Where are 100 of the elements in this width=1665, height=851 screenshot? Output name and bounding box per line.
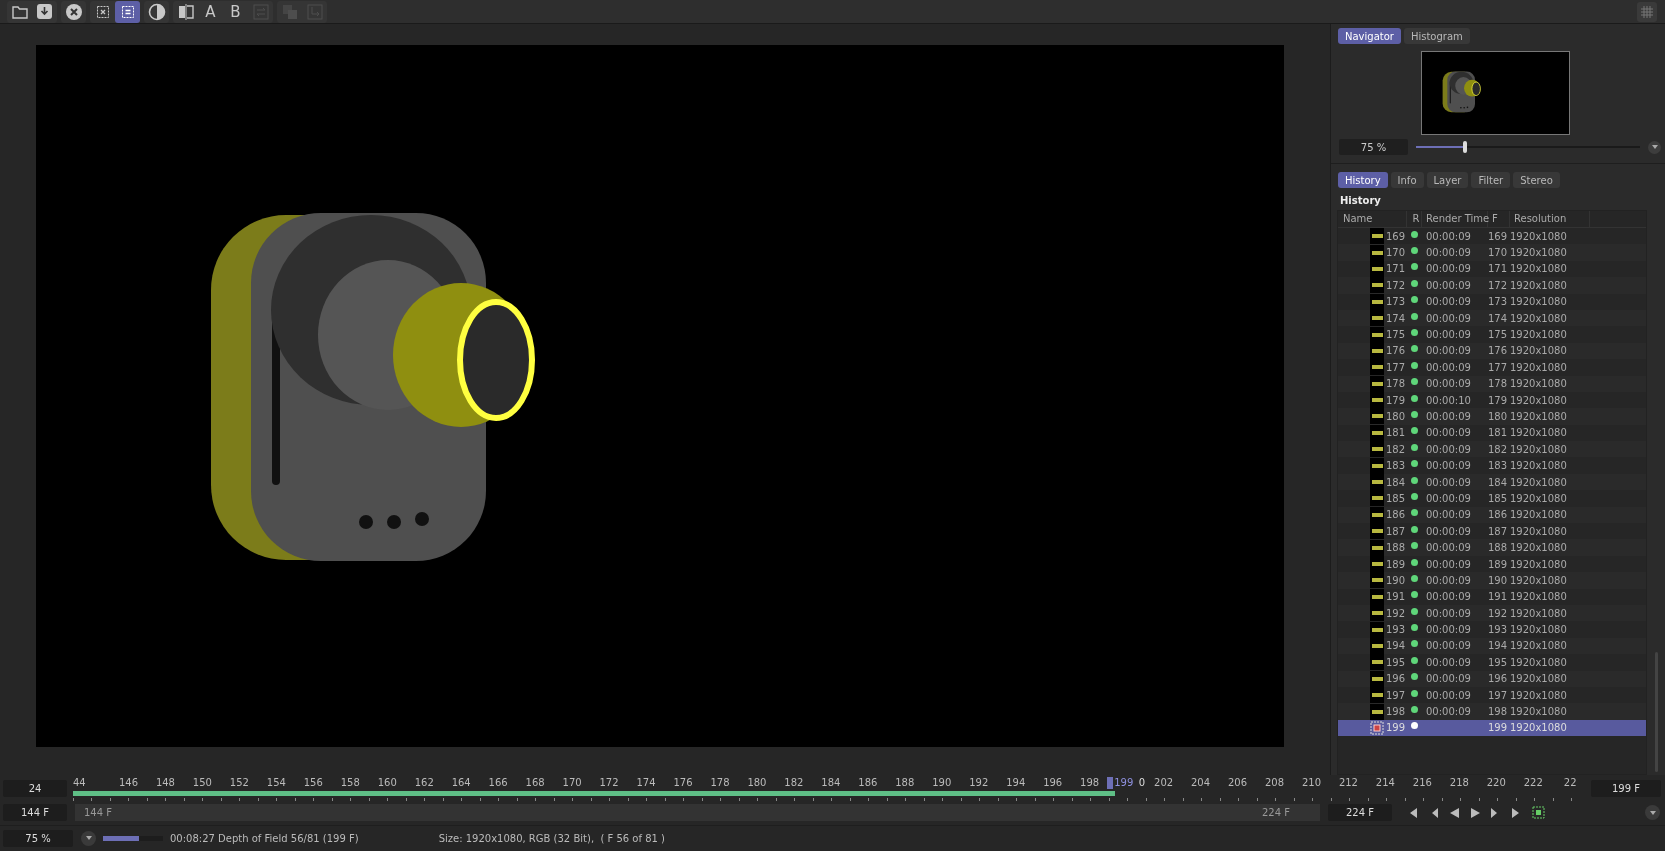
thumbnail-icon bbox=[1370, 326, 1384, 343]
history-name: 197 bbox=[1386, 689, 1406, 701]
history-name: 178 bbox=[1386, 378, 1406, 390]
history-name: 171 bbox=[1386, 263, 1406, 275]
history-row[interactable]: 186 00:00:09 186 1920x1080 bbox=[1338, 506, 1646, 524]
history-row[interactable]: 169 00:00:09 169 1920x1080 bbox=[1338, 228, 1646, 245]
render-status: 00:08:27 Depth of Field 56/81 (199 F) bbox=[170, 832, 359, 844]
history-row[interactable]: 180 00:00:09 180 1920x1080 bbox=[1338, 408, 1646, 425]
thumbnail-icon bbox=[1370, 523, 1384, 540]
frame-range-bar[interactable]: 144 F 224 F bbox=[75, 804, 1320, 822]
resolution: 1920x1080 bbox=[1510, 279, 1567, 291]
panel-tab[interactable]: History bbox=[1338, 172, 1388, 188]
dropdown-button[interactable] bbox=[1645, 805, 1660, 821]
history-row[interactable]: 177 00:00:09 177 1920x1080 bbox=[1338, 359, 1646, 376]
frame-tick-label: 188 bbox=[895, 777, 915, 788]
history-row[interactable]: 176 00:00:09 176 1920x1080 bbox=[1338, 342, 1646, 360]
history-name: 187 bbox=[1386, 525, 1406, 537]
history-row[interactable]: 179 00:00:10 179 1920x1080 bbox=[1338, 391, 1646, 409]
timeline-ruler[interactable]: 44 146 148 150 152 154 156 158 160 162 164 166 168 170 172 174 176 178 180 182 184 186 188 190 192 194 196 198 199 0 202 204 206 208 210 212 214 216 218 220 222 22 bbox=[73, 775, 1589, 801]
resolution: 1920x1080 bbox=[1510, 247, 1567, 259]
history-row[interactable]: 198 00:00:09 198 1920x1080 bbox=[1338, 703, 1646, 720]
frame-tick-label: 146 bbox=[118, 777, 138, 788]
grid-button[interactable] bbox=[1637, 1, 1657, 22]
resolution: 1920x1080 bbox=[1510, 394, 1567, 406]
panel-tab[interactable]: Navigator bbox=[1338, 28, 1401, 44]
resolution: 1920x1080 bbox=[1510, 296, 1567, 308]
history-row[interactable]: 197 00:00:09 197 1920x1080 bbox=[1338, 686, 1646, 704]
history-row[interactable]: 195 00:00:09 195 1920x1080 bbox=[1338, 654, 1646, 671]
history-row[interactable]: 175 00:00:09 175 1920x1080 bbox=[1338, 326, 1646, 343]
frame-tick-label: 214 bbox=[1375, 777, 1395, 788]
zoom-field[interactable]: 75 % bbox=[3, 829, 73, 847]
close-icon bbox=[65, 3, 82, 20]
frame-tick-label: 206 bbox=[1227, 777, 1248, 788]
frame-tick-label: 190 bbox=[932, 777, 952, 788]
dropdown-button[interactable] bbox=[1648, 140, 1661, 154]
navigator-thumbnail[interactable] bbox=[1421, 51, 1570, 135]
caret-icon bbox=[85, 836, 92, 841]
history-row[interactable]: 189 00:00:09 189 1920x1080 bbox=[1338, 555, 1646, 573]
history-row[interactable]: 183 00:00:09 183 1920x1080 bbox=[1338, 457, 1646, 474]
fps-field[interactable]: 24 bbox=[3, 779, 67, 797]
panel-tab[interactable]: Layer bbox=[1426, 172, 1469, 188]
history-row[interactable]: 171 00:00:09 171 1920x1080 bbox=[1338, 260, 1646, 278]
start-frame-field[interactable]: 144 F bbox=[3, 804, 67, 822]
history-row[interactable]: 192 00:00:09 192 1920x1080 bbox=[1338, 605, 1646, 622]
frame-number: 188 bbox=[1488, 542, 1508, 554]
panel-tab[interactable]: Stereo bbox=[1513, 172, 1560, 188]
history-row[interactable]: 194 00:00:09 194 1920x1080 bbox=[1338, 637, 1646, 655]
history-row[interactable]: 185 00:00:09 185 1920x1080 bbox=[1338, 490, 1646, 507]
toolbar-button[interactable]: A bbox=[198, 0, 223, 23]
history-row[interactable]: 188 00:00:09 188 1920x1080 bbox=[1338, 539, 1646, 556]
frame-number: 174 bbox=[1488, 312, 1508, 324]
thumbnail-icon bbox=[1370, 277, 1384, 294]
panel-tab[interactable]: Filter bbox=[1471, 172, 1511, 188]
play-backward-icon[interactable] bbox=[1448, 806, 1460, 819]
render-time: 00:00:09 bbox=[1426, 411, 1471, 422]
range-start-label: 144 F bbox=[84, 807, 113, 819]
thumbnail-icon bbox=[1370, 654, 1384, 671]
column-header[interactable]: Resolution bbox=[1510, 211, 1590, 227]
end-frame-field[interactable]: 224 F bbox=[1328, 804, 1392, 822]
history-row[interactable]: 190 00:00:09 190 1920x1080 bbox=[1338, 572, 1646, 589]
toolbar-button[interactable]: B bbox=[223, 0, 248, 23]
zoom-field[interactable]: 75 % bbox=[1339, 139, 1408, 155]
dropdown-button[interactable] bbox=[81, 830, 96, 846]
history-row[interactable]: 172 00:00:09 172 1920x1080 bbox=[1338, 277, 1646, 294]
toolbar-button[interactable] bbox=[115, 0, 140, 23]
frame-tick-label: 154 bbox=[266, 777, 286, 788]
frame-tick-label: 194 bbox=[1006, 777, 1026, 788]
history-row[interactable]: 193 00:00:09 193 1920x1080 bbox=[1338, 621, 1646, 638]
frame-tick-label: 198 bbox=[1080, 777, 1100, 788]
history-row[interactable]: 178 00:00:09 178 1920x1080 bbox=[1338, 375, 1646, 392]
column-header[interactable]: F bbox=[1488, 211, 1510, 227]
history-row[interactable]: 187 00:00:09 187 1920x1080 bbox=[1338, 523, 1646, 540]
history-row[interactable]: 170 00:00:09 170 1920x1080 bbox=[1338, 244, 1646, 261]
column-header[interactable]: Name bbox=[1338, 211, 1407, 227]
image-info: Size: 1920x1080, RGB (32 Bit), ( F 56 of 81 ) bbox=[438, 832, 665, 844]
export-icon bbox=[306, 3, 323, 20]
history-row[interactable]: 173 00:00:09 173 1920x1080 bbox=[1338, 293, 1646, 310]
play-icon[interactable] bbox=[1469, 806, 1481, 819]
grid-icon bbox=[1641, 5, 1653, 18]
history-row[interactable]: 181 00:00:09 181 1920x1080 bbox=[1338, 424, 1646, 442]
resolution: 1920x1080 bbox=[1510, 263, 1567, 275]
frame-number: 178 bbox=[1488, 378, 1508, 390]
render-region-icon[interactable] bbox=[1532, 806, 1545, 820]
history-row[interactable]: 191 00:00:09 191 1920x1080 bbox=[1338, 588, 1646, 605]
history-name: 184 bbox=[1386, 476, 1406, 488]
thumbnail-icon bbox=[1370, 457, 1384, 474]
render-region-icon bbox=[1370, 720, 1384, 735]
current-frame-field[interactable]: 199 F bbox=[1591, 779, 1661, 797]
history-row[interactable]: 184 00:00:09 184 1920x1080 bbox=[1338, 473, 1646, 491]
caret-icon bbox=[1651, 145, 1658, 149]
panel-tab[interactable]: Histogram bbox=[1403, 28, 1470, 44]
column-header[interactable]: Render Time bbox=[1422, 211, 1488, 227]
history-name: 192 bbox=[1386, 607, 1406, 619]
history-name: 196 bbox=[1386, 673, 1406, 685]
history-row[interactable]: 182 00:00:09 182 1920x1080 bbox=[1338, 441, 1646, 458]
frame-tick-label: 202 bbox=[1154, 777, 1174, 788]
column-header[interactable]: R bbox=[1407, 211, 1422, 227]
history-row[interactable]: 174 00:00:09 174 1920x1080 bbox=[1338, 309, 1646, 327]
history-row[interactable]: 196 00:00:09 196 1920x1080 bbox=[1338, 670, 1646, 687]
panel-tab[interactable]: Info bbox=[1390, 172, 1424, 188]
